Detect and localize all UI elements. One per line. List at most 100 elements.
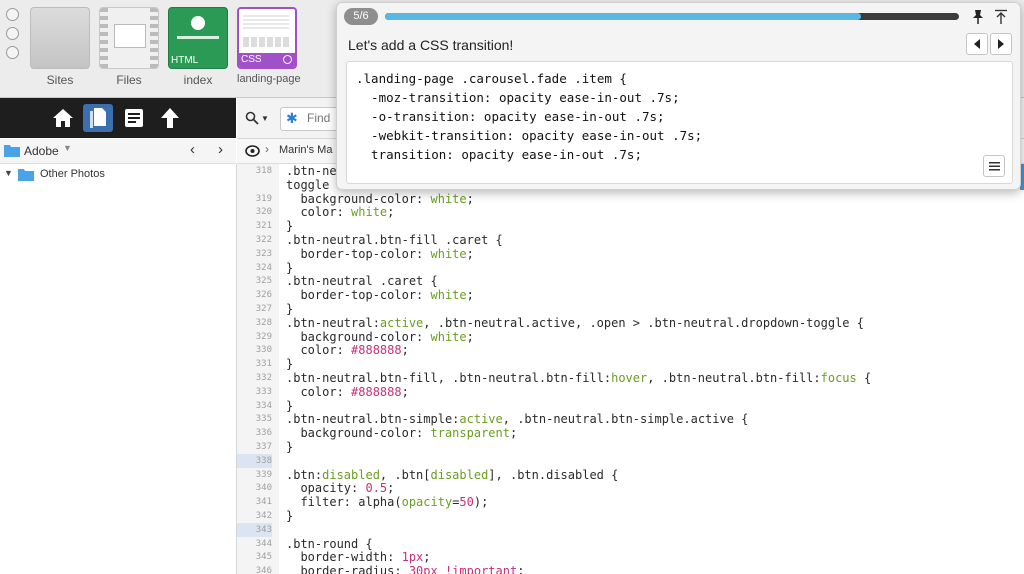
menu-icon xyxy=(988,161,1000,170)
snippet-menu-button[interactable] xyxy=(983,155,1005,177)
code-line[interactable]: 331} xyxy=(237,357,1024,371)
code-token: border-width: xyxy=(286,550,402,565)
code-token: ; xyxy=(387,481,395,496)
code-line[interactable]: 322 .btn-neutral.btn-fill .caret { xyxy=(237,233,1024,247)
code-line[interactable]: 344 .btn-round { xyxy=(237,537,1024,551)
location-bar: Adobe ▼ ‹ › xyxy=(0,139,236,164)
code-token: color: xyxy=(286,384,352,399)
back-arrow-icon[interactable]: ‹ xyxy=(190,141,195,158)
code-token: 50 xyxy=(459,495,474,510)
line-number: 339 xyxy=(255,469,272,480)
line-number: 329 xyxy=(255,331,272,342)
code-line[interactable]: 341 filter: alpha(opacity=50); xyxy=(237,495,1024,509)
thumb-files[interactable]: Files xyxy=(99,7,159,87)
code-line[interactable]: 339 .btn:disabled, .btn[disabled], .btn.d… xyxy=(237,468,1024,482)
code-text: filter: alpha(opacity=50); xyxy=(286,495,488,509)
code-text: .btn-neutral:active, .btn-neutral.active… xyxy=(286,316,864,330)
code-text: border-top-color: white; xyxy=(286,247,473,261)
code-line[interactable]: 346 border-radius: 30px !important; xyxy=(237,564,1024,574)
thumb-label: landing-page xyxy=(237,73,301,85)
breadcrumb-item[interactable]: Marin's Ma xyxy=(279,144,332,156)
code-token: opacity: xyxy=(286,481,366,496)
code-line[interactable]: 337} xyxy=(237,440,1024,454)
notes-icon[interactable] xyxy=(119,104,149,132)
folder-icon xyxy=(18,169,34,181)
chevron-down-icon[interactable]: ▼ xyxy=(63,143,72,153)
code-token: white xyxy=(430,329,467,344)
code-token: ; xyxy=(401,343,409,358)
code-line[interactable]: 342} xyxy=(237,509,1024,523)
code-line[interactable]: 340 opacity: 0.5; xyxy=(237,481,1024,495)
code-line[interactable]: 335 .btn-neutral.btn-simple:active, .btn-… xyxy=(237,412,1024,426)
files-icon[interactable] xyxy=(83,104,113,132)
thumb-sites[interactable]: Sites xyxy=(30,7,90,87)
code-token: background-color: xyxy=(286,191,431,206)
code-editor[interactable]: 318 .btn-neu toggle 319 background-color: w… xyxy=(237,164,1024,574)
sites-thumbnail xyxy=(30,7,90,69)
code-token: filter: xyxy=(286,495,359,510)
tutorial-title: Let's add a CSS transition! xyxy=(348,37,514,53)
line-number: 336 xyxy=(255,428,272,439)
collapse-icon[interactable] xyxy=(994,9,1008,25)
code-token: transparent xyxy=(430,426,510,441)
code-line[interactable]: 321} xyxy=(237,219,1024,233)
file-tree: ▼ Other Photos xyxy=(0,164,237,574)
window-minimize-button[interactable] xyxy=(6,27,19,40)
pin-icon[interactable] xyxy=(971,9,985,25)
disclosure-triangle-icon[interactable]: ▼ xyxy=(4,168,13,178)
line-number: 321 xyxy=(255,221,272,232)
code-token: border-top-color: xyxy=(286,288,431,303)
preview-eye-icon[interactable] xyxy=(245,144,260,158)
code-text: color: #888888; xyxy=(286,343,409,358)
code-text: border-top-color: white; xyxy=(286,288,473,303)
tree-item-other-photos[interactable]: ▼ Other Photos xyxy=(4,167,224,183)
code-line[interactable]: 333 color: #888888; xyxy=(237,385,1024,399)
code-text: } xyxy=(286,261,293,275)
step-badge: 5/6 xyxy=(344,8,378,25)
code-token: focus xyxy=(820,371,857,385)
line-number: 319 xyxy=(255,193,272,204)
navigation-bar xyxy=(0,98,236,138)
forward-arrow-icon[interactable]: › xyxy=(218,141,223,158)
code-line[interactable]: 327} xyxy=(237,302,1024,316)
code-token: .btn: xyxy=(286,467,323,482)
code-line[interactable]: 334} xyxy=(237,399,1024,413)
code-token: } xyxy=(286,440,294,454)
code-line[interactable]: 329 background-color: white; xyxy=(237,330,1024,344)
next-step-button[interactable] xyxy=(990,33,1012,55)
line-number: 328 xyxy=(255,317,272,328)
code-token: } xyxy=(286,302,294,316)
code-token: .btn-neutral .caret { xyxy=(286,274,438,289)
prev-step-button[interactable] xyxy=(966,33,988,55)
code-text: } xyxy=(286,302,293,316)
code-line[interactable]: 345 border-width: 1px; xyxy=(237,550,1024,564)
code-line[interactable]: 326 border-top-color: white; xyxy=(237,288,1024,302)
window-zoom-button[interactable] xyxy=(6,46,19,59)
thumb-index[interactable]: HTML index xyxy=(168,7,228,87)
code-text: background-color: white; xyxy=(286,329,473,344)
code-line[interactable]: 328 .btn-neutral:active, .btn-neutral.act… xyxy=(237,316,1024,330)
code-line[interactable]: 319 background-color: white; xyxy=(237,192,1024,206)
code-token: alpha( xyxy=(358,495,402,510)
code-line[interactable]: 325 .btn-neutral .caret { xyxy=(237,274,1024,288)
code-line[interactable]: 324} xyxy=(237,261,1024,275)
code-line[interactable]: 336 background-color: transparent; xyxy=(237,426,1024,440)
window-close-button[interactable] xyxy=(6,8,19,21)
home-icon[interactable] xyxy=(48,104,78,132)
code-line[interactable]: 332 .btn-neutral.btn-fill, .btn-neutral.b… xyxy=(237,371,1024,385)
code-token: , .btn[ xyxy=(379,467,431,482)
code-line[interactable]: 338 xyxy=(237,453,1024,468)
code-line[interactable]: 323 border-top-color: white; xyxy=(237,247,1024,261)
code-token: ], .btn.disabled { xyxy=(488,467,619,482)
line-number: 330 xyxy=(255,345,272,356)
line-number: 335 xyxy=(255,414,272,425)
line-number: 331 xyxy=(255,359,272,370)
code-token: } xyxy=(286,398,294,413)
search-scope-button[interactable]: ▼ xyxy=(245,109,273,127)
code-line[interactable]: 320 color: white; xyxy=(237,205,1024,219)
thumb-label: Files xyxy=(116,73,142,87)
code-line[interactable]: 343 xyxy=(237,522,1024,537)
upload-icon[interactable] xyxy=(155,104,185,132)
code-line[interactable]: 330 color: #888888; xyxy=(237,343,1024,357)
thumb-landing-page[interactable]: CSS landing-page xyxy=(237,7,301,85)
